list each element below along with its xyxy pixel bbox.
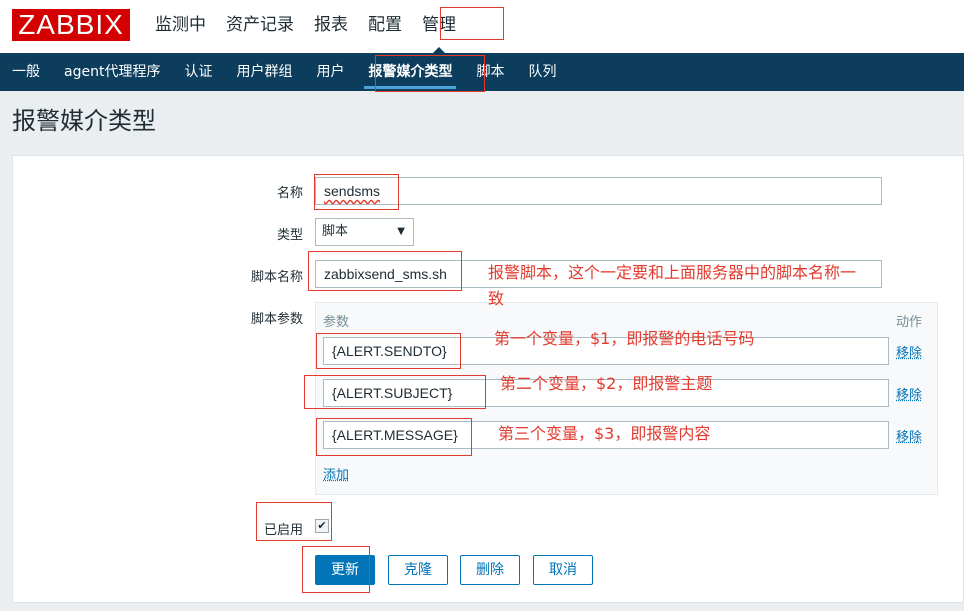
enabled-label: 已启用 [263,523,303,538]
cancel-button[interactable]: 取消 [533,555,593,585]
checkmark-icon: ✔ [317,519,327,532]
annotation-script-note-line2: 致 [488,289,505,308]
type-select-value: 脚本 [322,224,349,239]
param-remove-3[interactable]: 移除 [896,426,922,445]
subnav-general[interactable]: 一般 [0,53,52,91]
top-nav: 监测中 资产记录 报表 配置 管理 [148,0,469,54]
name-label: 名称 [276,186,303,201]
update-button[interactable]: 更新 [315,555,375,585]
annotation-param-3: 第三个变量，$3，即报警内容 [498,424,711,443]
name-value: sendsms [324,183,381,199]
param-add-link[interactable]: 添加 [323,464,349,483]
subnav-users[interactable]: 用户 [304,53,356,91]
annotation-script-note-line1: 报警脚本，这个一定要和上面服务器中的脚本名称一 [488,263,857,282]
script-params-label: 脚本参数 [250,312,303,327]
sub-nav-bar: 一般 agent代理程序 认证 用户群组 用户 报警媒介类型 脚本 队列 [0,53,964,91]
name-input[interactable]: sendsms [315,177,882,205]
top-header: ZABBIX 监测中 资产记录 报表 配置 管理 [0,0,964,54]
annotation-param-2: 第二个变量，$2，即报警主题 [500,374,713,393]
topnav-configuration[interactable]: 配置 [361,0,409,53]
topnav-administration[interactable]: 管理 [415,0,463,54]
param-remove-2[interactable]: 移除 [896,384,922,403]
page-title: 报警媒介类型 [12,107,156,135]
annotation-param-1: 第一个变量，$1，即报警的电话号码 [494,329,755,348]
caret-down-icon: ▼ [397,226,405,237]
subnav-proxies[interactable]: agent代理程序 [52,53,172,91]
type-label: 类型 [276,228,303,243]
clone-button[interactable]: 克隆 [388,555,448,585]
topnav-monitoring[interactable]: 监测中 [148,0,213,53]
actions-header: 动作 [896,315,923,330]
subnav-authentication[interactable]: 认证 [172,53,224,91]
sub-nav: 一般 agent代理程序 认证 用户群组 用户 报警媒介类型 脚本 队列 [0,53,568,91]
params-header: 参数 [323,315,350,330]
script-name-label: 脚本名称 [250,270,303,285]
param-remove-1[interactable]: 移除 [896,342,922,361]
zabbix-logo[interactable]: ZABBIX [12,9,130,41]
delete-button[interactable]: 删除 [460,555,520,585]
subnav-user-groups[interactable]: 用户群组 [224,53,304,91]
subnav-scripts[interactable]: 脚本 [464,53,516,91]
subnav-queue[interactable]: 队列 [516,53,568,91]
enabled-checkbox[interactable]: ✔ [315,519,329,533]
type-select[interactable]: 脚本 ▼ [315,218,414,246]
topnav-inventory[interactable]: 资产记录 [219,0,301,53]
subnav-media-types[interactable]: 报警媒介类型 [356,53,464,91]
topnav-reports[interactable]: 报表 [307,0,355,53]
